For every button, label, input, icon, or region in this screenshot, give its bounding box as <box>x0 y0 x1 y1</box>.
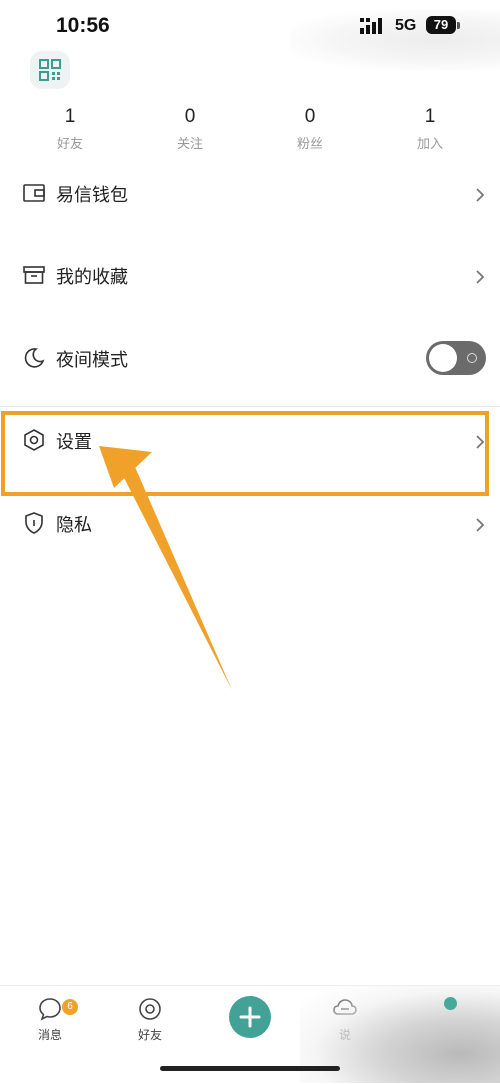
stat-value: 0 <box>304 106 316 127</box>
battery-icon: 79 <box>426 16 456 34</box>
menu-label-night-mode: 夜间模式 <box>56 350 128 371</box>
qr-code-button[interactable] <box>30 51 70 89</box>
tab-label-messages: 消息 <box>37 1028 62 1042</box>
menu-label-privacy: 隐私 <box>56 515 92 536</box>
unread-badge: 6 <box>62 999 78 1015</box>
signal-icon <box>360 18 382 34</box>
add-button[interactable] <box>229 996 271 1038</box>
stats-row: 1 好友 0 关注 0 粉丝 1 加入 <box>10 105 490 155</box>
battery-level: 79 <box>433 17 449 32</box>
shield-icon <box>25 512 43 534</box>
moon-icon <box>24 348 45 368</box>
menu-item-wallet[interactable]: 易信钱包 <box>0 153 500 233</box>
stat-friends[interactable]: 1 好友 <box>10 105 130 155</box>
menu-item-favorites[interactable]: 我的收藏 <box>0 235 500 315</box>
wallet-icon <box>23 184 45 202</box>
friends-icon <box>139 998 161 1020</box>
tab-friends[interactable]: 好友 <box>110 996 190 1043</box>
qr-code-icon <box>39 59 61 81</box>
archive-box-icon <box>23 266 45 284</box>
tab-messages[interactable]: 6 消息 <box>10 996 90 1043</box>
network-type: 5G <box>395 17 417 34</box>
stat-value: 1 <box>64 106 76 127</box>
chat-bubble-icon <box>39 998 61 1021</box>
menu-item-night-mode: 夜间模式 <box>0 318 500 398</box>
stat-label: 关注 <box>176 137 203 152</box>
menu-label-favorites: 我的收藏 <box>56 267 128 288</box>
plus-icon <box>239 1006 261 1028</box>
status-time: 10:56 <box>56 14 110 37</box>
toggle-off-indicator <box>467 353 477 363</box>
stat-label: 加入 <box>416 137 443 152</box>
chevron-right-icon <box>476 518 485 532</box>
stat-joined[interactable]: 1 加入 <box>370 105 490 155</box>
chevron-right-icon <box>476 270 485 284</box>
stat-value: 0 <box>184 106 196 127</box>
status-bar: 10:56 5G 79 <box>0 0 500 70</box>
settings-highlight-box <box>1 411 489 496</box>
stat-label: 粉丝 <box>296 137 323 152</box>
home-indicator <box>160 1066 340 1071</box>
night-mode-toggle[interactable] <box>426 341 486 375</box>
chevron-right-icon <box>476 188 485 202</box>
toggle-knob <box>429 344 457 372</box>
battery-tip <box>457 22 460 29</box>
stat-following[interactable]: 0 关注 <box>130 105 250 155</box>
profile-tab-dot[interactable] <box>444 997 457 1010</box>
stat-value: 1 <box>424 106 436 127</box>
stat-label: 好友 <box>56 137 83 152</box>
menu-label-wallet: 易信钱包 <box>56 185 128 206</box>
tab-label-friends: 好友 <box>137 1028 162 1042</box>
stat-fans[interactable]: 0 粉丝 <box>250 105 370 155</box>
